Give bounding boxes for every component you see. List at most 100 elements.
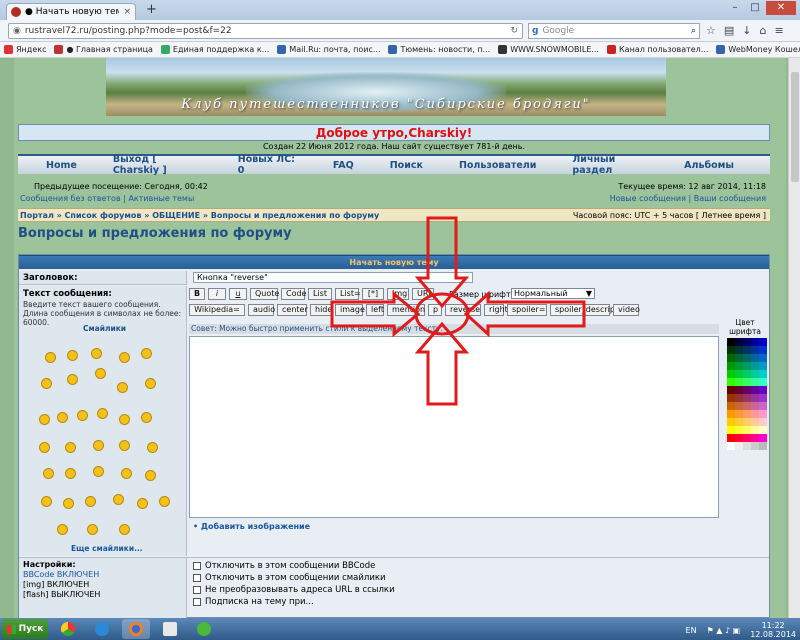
search-icon[interactable]: ⌕ bbox=[691, 26, 696, 36]
smiley-icon[interactable] bbox=[93, 440, 104, 451]
color-swatch[interactable] bbox=[743, 410, 751, 418]
smiley-icon[interactable] bbox=[97, 408, 108, 419]
home-icon[interactable]: ⌂ bbox=[760, 24, 767, 37]
bookmark-item[interactable]: WebMoney Кошелёк ... bbox=[716, 45, 800, 54]
font-size-select[interactable]: Нормальный ▼ bbox=[511, 288, 595, 299]
taskbar-notepad[interactable] bbox=[156, 619, 184, 639]
color-swatch[interactable] bbox=[743, 338, 751, 346]
smiley-icon[interactable] bbox=[147, 442, 158, 453]
color-swatch[interactable] bbox=[759, 362, 767, 370]
color-swatch[interactable] bbox=[759, 354, 767, 362]
color-swatch[interactable] bbox=[727, 434, 735, 442]
smiley-icon[interactable] bbox=[145, 378, 156, 389]
bookmark-item[interactable]: Mail.Ru: почта, поис... bbox=[277, 45, 380, 54]
page-title[interactable]: Вопросы и предложения по форуму bbox=[18, 226, 292, 241]
smiley-icon[interactable] bbox=[41, 496, 52, 507]
color-swatch[interactable] bbox=[751, 354, 759, 362]
bbcode-button[interactable]: spoiler= bbox=[507, 304, 547, 316]
color-swatch[interactable] bbox=[727, 338, 735, 346]
bbcode-button[interactable]: audio bbox=[248, 304, 275, 316]
bbcode-button[interactable]: p bbox=[428, 304, 442, 316]
smiley-icon[interactable] bbox=[87, 524, 98, 535]
search-bar[interactable]: g Google ⌕ bbox=[528, 23, 700, 39]
smiley-icon[interactable] bbox=[93, 466, 104, 477]
color-swatch[interactable] bbox=[743, 354, 751, 362]
search-placeholder[interactable]: Google bbox=[542, 26, 687, 36]
browser-tab[interactable]: ● Начать новую тему × bbox=[6, 3, 136, 20]
bbcode-button[interactable]: i bbox=[208, 288, 226, 300]
maximize-button[interactable]: □ bbox=[746, 1, 764, 15]
color-swatch[interactable] bbox=[743, 434, 751, 442]
bbcode-button[interactable]: List= bbox=[335, 288, 361, 300]
smiley-icon[interactable] bbox=[67, 350, 78, 361]
smiley-icon[interactable] bbox=[57, 524, 68, 535]
color-swatch[interactable] bbox=[759, 402, 767, 410]
color-swatch[interactable] bbox=[751, 338, 759, 346]
color-swatch[interactable] bbox=[743, 394, 751, 402]
close-window-button[interactable]: ✕ bbox=[766, 1, 796, 15]
color-swatch[interactable] bbox=[751, 378, 759, 386]
bbcode-button[interactable]: mention bbox=[387, 304, 425, 316]
color-swatch[interactable] bbox=[751, 394, 759, 402]
menu-item[interactable]: Новых ЛС: 0 bbox=[238, 154, 297, 176]
color-swatch[interactable] bbox=[727, 410, 735, 418]
color-swatch[interactable] bbox=[759, 370, 767, 378]
taskbar-icq[interactable] bbox=[190, 619, 218, 639]
message-textarea[interactable] bbox=[189, 336, 719, 518]
color-swatch[interactable] bbox=[735, 386, 743, 394]
color-swatch[interactable] bbox=[735, 402, 743, 410]
color-swatch[interactable] bbox=[727, 346, 735, 354]
smiley-icon[interactable] bbox=[141, 348, 152, 359]
bbcode-button[interactable]: image bbox=[335, 304, 365, 316]
color-swatch[interactable] bbox=[727, 402, 735, 410]
color-swatch[interactable] bbox=[743, 442, 751, 450]
color-swatch[interactable] bbox=[759, 338, 767, 346]
color-swatch[interactable] bbox=[759, 386, 767, 394]
start-button[interactable]: Пуск bbox=[2, 619, 48, 639]
smiley-icon[interactable] bbox=[113, 494, 124, 505]
menu-item[interactable]: Выход [ Charskiy ] bbox=[113, 154, 202, 176]
bookmark-item[interactable]: Единая поддержка к... bbox=[160, 45, 269, 54]
reverse-button[interactable]: reverse bbox=[445, 304, 481, 316]
bbcode-button[interactable]: spoiler_descrip bbox=[550, 304, 615, 316]
smiley-icon[interactable] bbox=[119, 524, 130, 535]
color-swatch[interactable] bbox=[735, 418, 743, 426]
url-text[interactable]: rustravel72.ru/posting.php?mode=post&f=2… bbox=[25, 26, 507, 36]
color-swatch[interactable] bbox=[759, 394, 767, 402]
color-swatch[interactable] bbox=[727, 370, 735, 378]
smiley-icon[interactable] bbox=[45, 352, 56, 363]
subject-input[interactable]: Кнопка "reverse" bbox=[193, 272, 473, 283]
smiley-icon[interactable] bbox=[119, 440, 130, 451]
bbcode-button[interactable]: Code bbox=[281, 288, 306, 300]
settings-checkbox-row[interactable]: Отключить в этом сообщении смайлики bbox=[193, 572, 395, 584]
bookmarks-icon[interactable]: ▤ bbox=[724, 24, 734, 37]
address-bar[interactable]: ◉ rustravel72.ru/posting.php?mode=post&f… bbox=[8, 23, 523, 39]
smiley-icon[interactable] bbox=[63, 498, 74, 509]
color-swatch[interactable] bbox=[743, 426, 751, 434]
checkbox[interactable] bbox=[193, 586, 201, 594]
checkbox[interactable] bbox=[193, 574, 201, 582]
bbcode-button[interactable]: Quote bbox=[250, 288, 279, 300]
smiley-icon[interactable] bbox=[137, 498, 148, 509]
color-swatch[interactable] bbox=[751, 362, 759, 370]
smiley-icon[interactable] bbox=[91, 348, 102, 359]
smiley-icon[interactable] bbox=[95, 368, 106, 379]
menu-item[interactable]: Альбомы bbox=[684, 160, 734, 171]
taskbar-ie[interactable] bbox=[88, 619, 116, 639]
color-swatch[interactable] bbox=[727, 442, 735, 450]
taskbar-chrome[interactable] bbox=[54, 619, 82, 639]
smiley-icon[interactable] bbox=[141, 412, 152, 423]
settings-checkbox-row[interactable]: Подписка на тему при... bbox=[193, 596, 395, 608]
color-swatch[interactable] bbox=[735, 354, 743, 362]
color-swatch[interactable] bbox=[727, 378, 735, 386]
color-swatch[interactable] bbox=[727, 426, 735, 434]
color-swatch[interactable] bbox=[727, 394, 735, 402]
bookmark-item[interactable]: WWW.SNOWMOBILE... bbox=[498, 45, 599, 54]
bbcode-button[interactable]: URL bbox=[412, 288, 434, 300]
color-swatch[interactable] bbox=[735, 426, 743, 434]
scrollbar-thumb[interactable] bbox=[791, 72, 799, 182]
color-swatch[interactable] bbox=[751, 370, 759, 378]
color-swatch[interactable] bbox=[735, 442, 743, 450]
menu-icon[interactable]: ≡ bbox=[774, 24, 783, 37]
bookmark-item[interactable]: Канал пользовател... bbox=[607, 45, 708, 54]
